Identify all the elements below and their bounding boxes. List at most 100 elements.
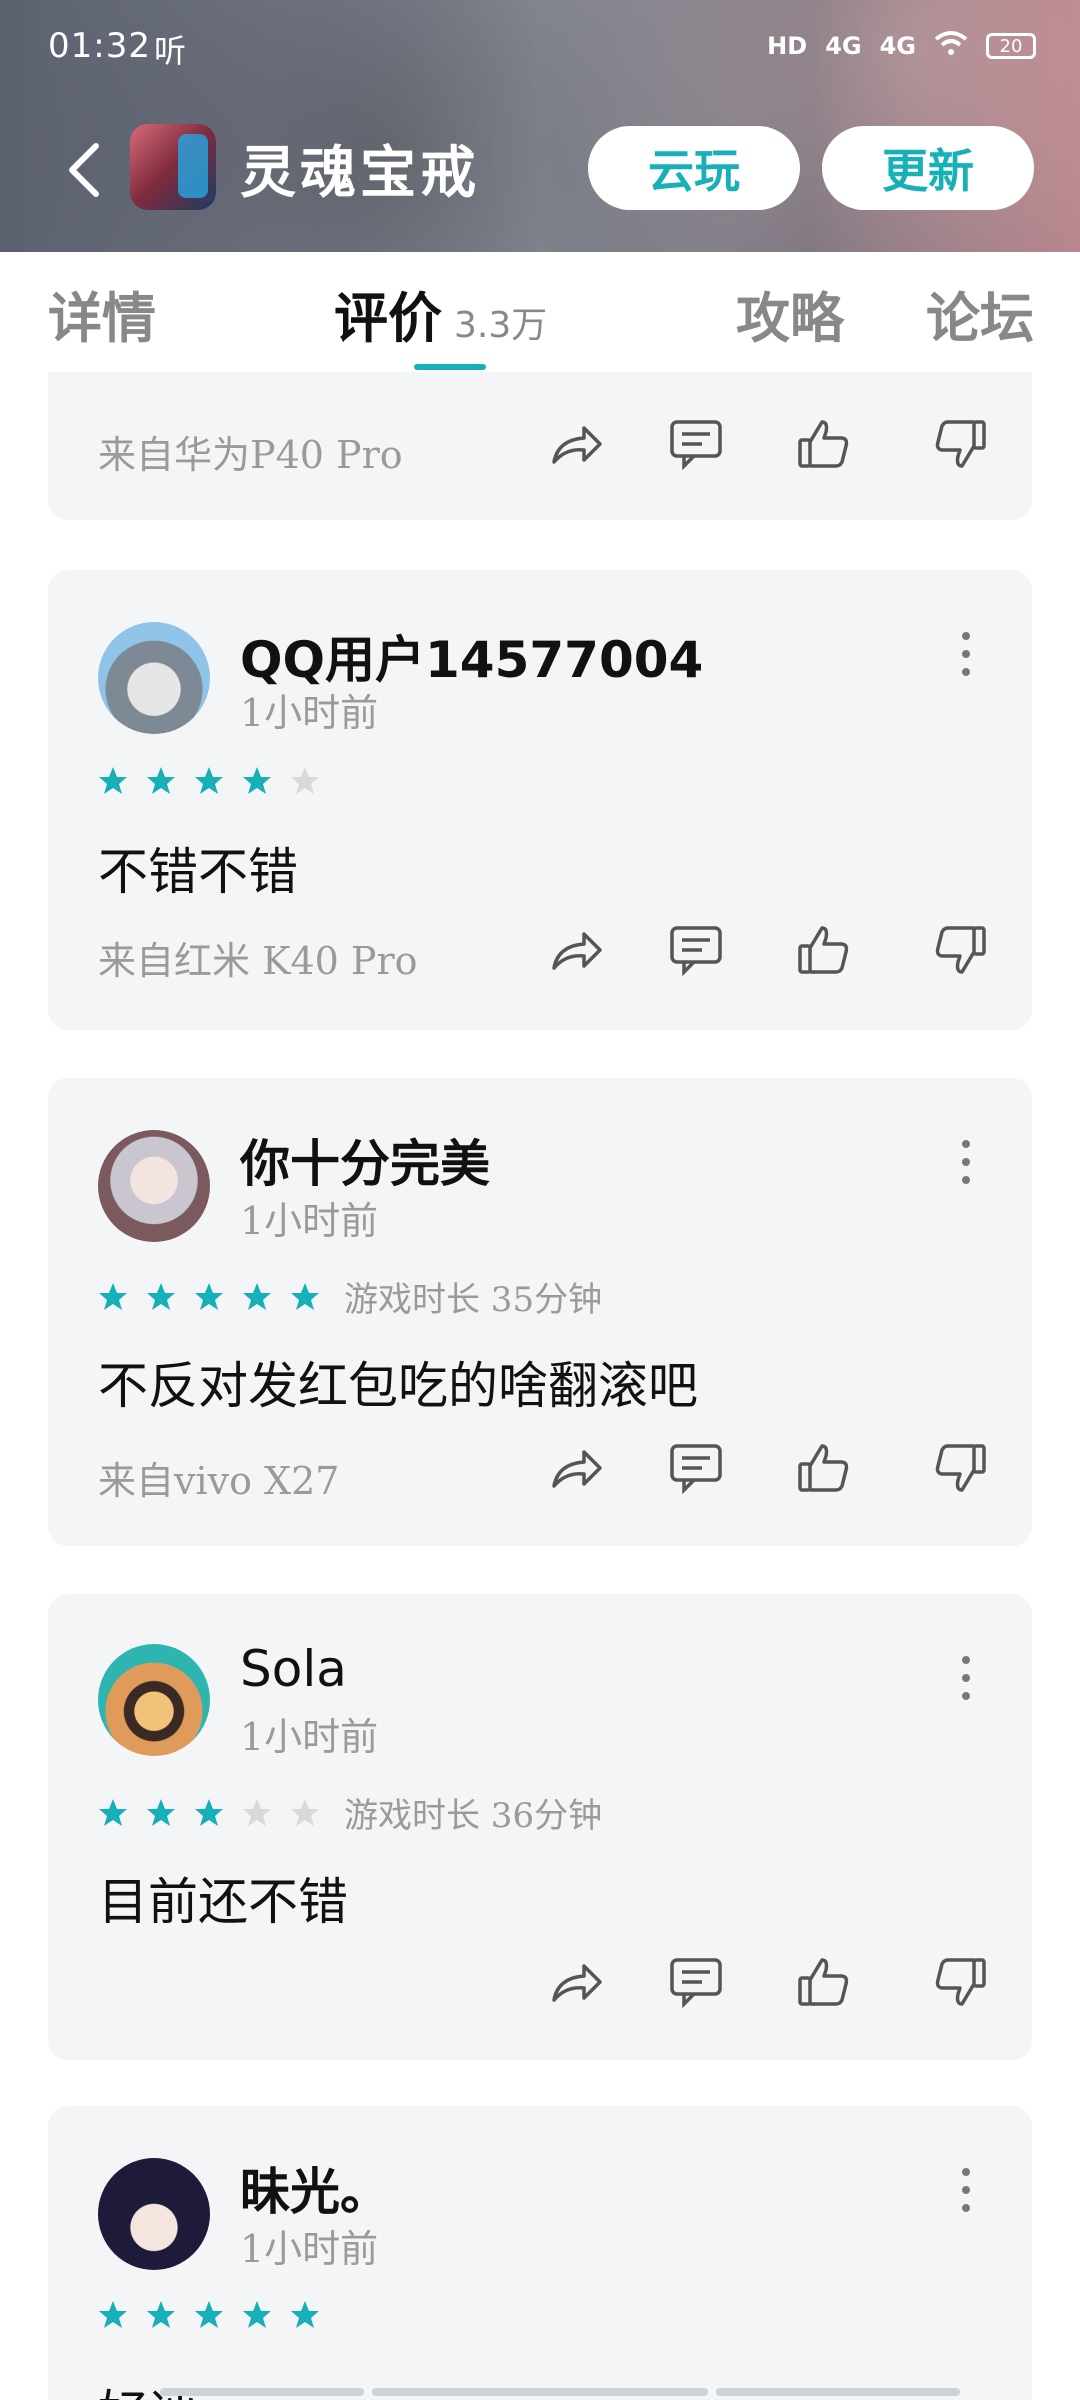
avatar[interactable] <box>98 622 210 734</box>
tab-guides[interactable]: 攻略 <box>736 274 844 353</box>
share-icon <box>552 1964 602 2002</box>
image-strip-bar <box>372 2388 708 2396</box>
review-time: 1小时前 <box>240 1715 379 1759</box>
reviews-count: 3.3万 <box>454 305 548 346</box>
rating-stars: 游戏时长 35分钟 <box>98 1272 602 1321</box>
comment-icon <box>670 420 722 471</box>
signal-4g-icon: 4G <box>825 32 862 60</box>
more-button[interactable] <box>962 1656 972 1700</box>
review-actions <box>48 920 1032 990</box>
tab-forum[interactable]: 论坛 <box>926 274 1034 353</box>
star-icon <box>291 767 319 794</box>
share-icon <box>552 1450 602 1488</box>
review-actions <box>48 1438 1032 1508</box>
hd-icon: HD <box>767 32 808 60</box>
thumbs-down-icon <box>935 420 986 468</box>
comment-button[interactable] <box>666 414 726 474</box>
more-button[interactable] <box>962 1140 972 1184</box>
share-icon <box>552 426 602 464</box>
comment-button[interactable] <box>666 920 726 980</box>
image-strip-bar <box>716 2388 960 2396</box>
user-name[interactable]: 你十分完美 <box>240 1124 490 1196</box>
status-sound-label: 听 <box>154 32 187 70</box>
star-icon <box>147 767 175 794</box>
star-icon <box>99 767 127 794</box>
more-button[interactable] <box>962 2168 972 2212</box>
review-content: 不反对发红包吃的啥翻滚吧 <box>98 1357 698 1415</box>
avatar[interactable] <box>98 1644 210 1756</box>
like-button[interactable] <box>794 1438 854 1498</box>
app-header: 01:32 听 HD 4G 4G 20 灵魂宝戒 云玩 更新 <box>0 0 1080 252</box>
tab-details[interactable]: 详情 <box>48 274 156 353</box>
wifi-icon <box>934 30 968 62</box>
back-button[interactable] <box>60 140 110 200</box>
avatar[interactable] <box>98 1130 210 1242</box>
star-icon <box>243 1282 271 1310</box>
review-list[interactable]: 来自华为P40 Pro QQ用户14577004 1小时前 不错不错 来自红米 … <box>0 372 1080 2400</box>
star-icon <box>291 1798 319 1826</box>
app-icon <box>130 124 216 210</box>
user-name[interactable]: Sola <box>240 1640 347 1698</box>
star-icon <box>291 2301 319 2328</box>
review-card: 昧光。 1小时前 好评 <box>48 2106 1032 2400</box>
user-name[interactable]: 昧光。 <box>240 2152 390 2224</box>
playtime-label: 游戏时长 36分钟 <box>344 1796 603 1836</box>
review-content: 不错不错 <box>98 843 298 901</box>
review-card: Sola 1小时前 游戏时长 36分钟 目前还不错 <box>48 1594 1032 2060</box>
star-icon <box>243 767 271 794</box>
comment-icon <box>670 926 722 977</box>
like-button[interactable] <box>794 1952 854 2012</box>
cloud-play-button[interactable]: 云玩 <box>588 126 800 210</box>
star-icon <box>195 1282 223 1310</box>
image-strip-bar <box>160 2388 364 2396</box>
thumbs-down-icon <box>935 926 986 974</box>
star-icon <box>99 1282 127 1310</box>
review-time: 1小时前 <box>240 2227 379 2271</box>
review-card: QQ用户14577004 1小时前 不错不错 来自红米 K40 Pro <box>48 570 1032 1030</box>
battery-icon: 20 <box>986 33 1036 59</box>
status-time: 01:32 <box>48 26 151 66</box>
star-icon <box>243 2301 271 2328</box>
thumbs-down-icon <box>935 1444 986 1492</box>
share-button[interactable] <box>546 1438 606 1498</box>
share-button[interactable] <box>546 414 606 474</box>
avatar[interactable] <box>98 2158 210 2270</box>
more-button[interactable] <box>962 632 972 676</box>
back-arrow-icon <box>69 143 99 197</box>
comment-icon <box>670 1444 722 1495</box>
like-button[interactable] <box>794 414 854 474</box>
app-bar: 灵魂宝戒 云玩 更新 <box>0 110 1080 230</box>
tab-reviews-label: 评价 <box>334 286 442 350</box>
comment-icon <box>670 1958 722 2009</box>
share-icon <box>552 932 602 970</box>
star-icon <box>195 767 223 794</box>
comment-button[interactable] <box>666 1952 726 2012</box>
dislike-button[interactable] <box>930 1438 990 1498</box>
app-title: 灵魂宝戒 <box>240 140 480 206</box>
status-bar: 01:32 听 HD 4G 4G 20 <box>0 0 1080 96</box>
like-button[interactable] <box>794 920 854 980</box>
review-content: 目前还不错 <box>98 1873 348 1931</box>
star-icon <box>195 2301 223 2328</box>
star-icon <box>291 1282 319 1310</box>
comment-button[interactable] <box>666 1438 726 1498</box>
rating-stars <box>98 766 320 796</box>
share-button[interactable] <box>546 1952 606 2012</box>
playtime-label: 游戏时长 35分钟 <box>344 1280 603 1320</box>
dislike-button[interactable] <box>930 920 990 980</box>
share-button[interactable] <box>546 920 606 980</box>
tab-bar: 详情 评价 3.3万 攻略 论坛 <box>0 252 1080 372</box>
tab-reviews[interactable]: 评价 3.3万 <box>334 274 547 353</box>
star-icon <box>99 1798 127 1826</box>
star-icon <box>147 1798 175 1826</box>
star-icon <box>195 1798 223 1826</box>
rating-stars: 游戏时长 36分钟 <box>98 1788 602 1837</box>
rating-stars <box>98 2300 320 2330</box>
dislike-button[interactable] <box>930 1952 990 2012</box>
thumbs-down-icon <box>935 1958 986 2006</box>
dislike-button[interactable] <box>930 414 990 474</box>
update-button[interactable]: 更新 <box>822 126 1034 210</box>
thumbs-up-icon <box>798 1444 849 1492</box>
star-icon <box>147 2301 175 2328</box>
star-icon <box>243 1798 271 1826</box>
